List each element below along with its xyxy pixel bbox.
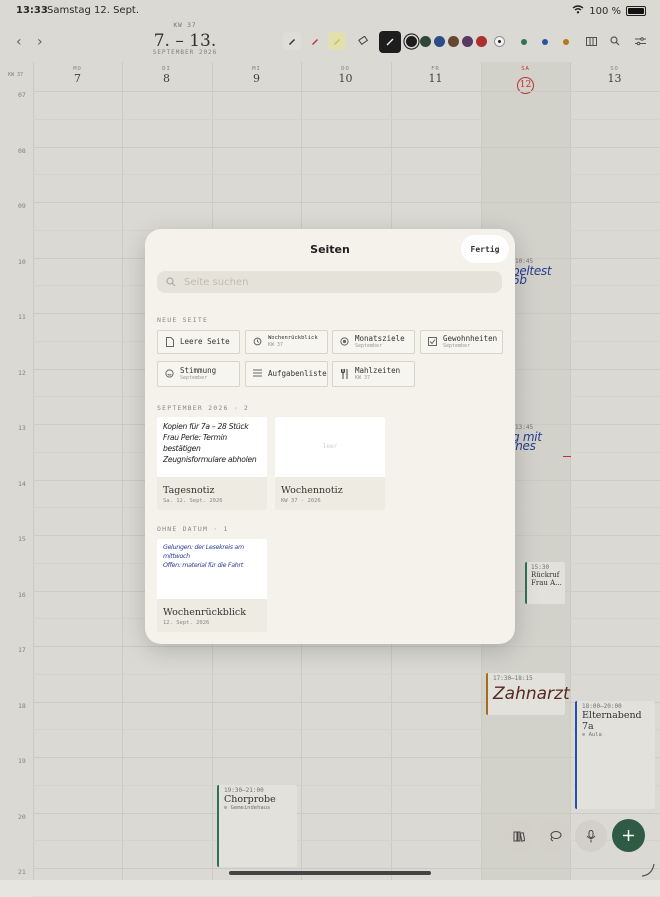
- new-mood-button[interactable]: Stimmung September: [157, 361, 240, 387]
- new-blank-page-button[interactable]: Leere Seite: [157, 330, 240, 354]
- plus-icon: [623, 830, 634, 841]
- smiley-icon: [164, 368, 175, 380]
- done-button[interactable]: Fertig: [461, 235, 509, 263]
- page-card-tagesnotiz[interactable]: Kopien für 7a – 28 Stück Frau Perle: Ter…: [157, 417, 267, 510]
- library-button[interactable]: [503, 820, 535, 852]
- page-search-field[interactable]: [157, 271, 502, 293]
- document-icon: [164, 336, 175, 348]
- new-task-list-button[interactable]: Aufgabenliste: [245, 361, 328, 387]
- page-card-wochenrueckblick[interactable]: Gelungen: der Lesekreis am mittwoch Offe…: [157, 539, 267, 632]
- lasso-button[interactable]: [539, 820, 571, 852]
- library-icon: [513, 831, 525, 842]
- page-preview: leer: [275, 417, 385, 477]
- microphone-button[interactable]: [575, 820, 607, 852]
- refresh-icon: [252, 337, 263, 348]
- page-card-wochennotiz[interactable]: leer Wochennotiz KW 37 · 2026: [275, 417, 385, 510]
- new-habits-button[interactable]: Gewohnheiten September: [420, 330, 503, 354]
- corner-resize-icon[interactable]: [640, 862, 656, 882]
- search-icon: [166, 277, 176, 287]
- home-indicator: [229, 871, 431, 875]
- add-button[interactable]: [612, 819, 645, 852]
- september-section-header: SEPTEMBER 2026 · 2: [157, 404, 250, 412]
- lasso-icon: [550, 831, 562, 842]
- sheet-title: Seiten: [310, 243, 350, 256]
- page-preview: Gelungen: der Lesekreis am mittwoch Offe…: [157, 539, 267, 599]
- target-icon: [339, 336, 350, 348]
- checkbox-icon: [427, 336, 438, 348]
- new-page-header: NEUE SEITE: [157, 316, 209, 324]
- new-monthly-goals-button[interactable]: Monatsziele September: [332, 330, 415, 354]
- undated-section-header: OHNE DATUM · 1: [157, 525, 229, 533]
- pages-sheet: Seiten Fertig NEUE SEITE Leere Seite Woc…: [145, 229, 515, 644]
- fork-knife-icon: [339, 368, 350, 380]
- page-preview: Kopien für 7a – 28 Stück Frau Perle: Ter…: [157, 417, 267, 477]
- new-meals-button[interactable]: Mahlzeiten KW 37: [332, 361, 415, 387]
- page-search-input[interactable]: [182, 275, 486, 289]
- microphone-icon: [586, 829, 596, 842]
- new-week-review-button[interactable]: Wochenrückblick KW 37: [245, 330, 328, 354]
- list-icon: [252, 369, 263, 380]
